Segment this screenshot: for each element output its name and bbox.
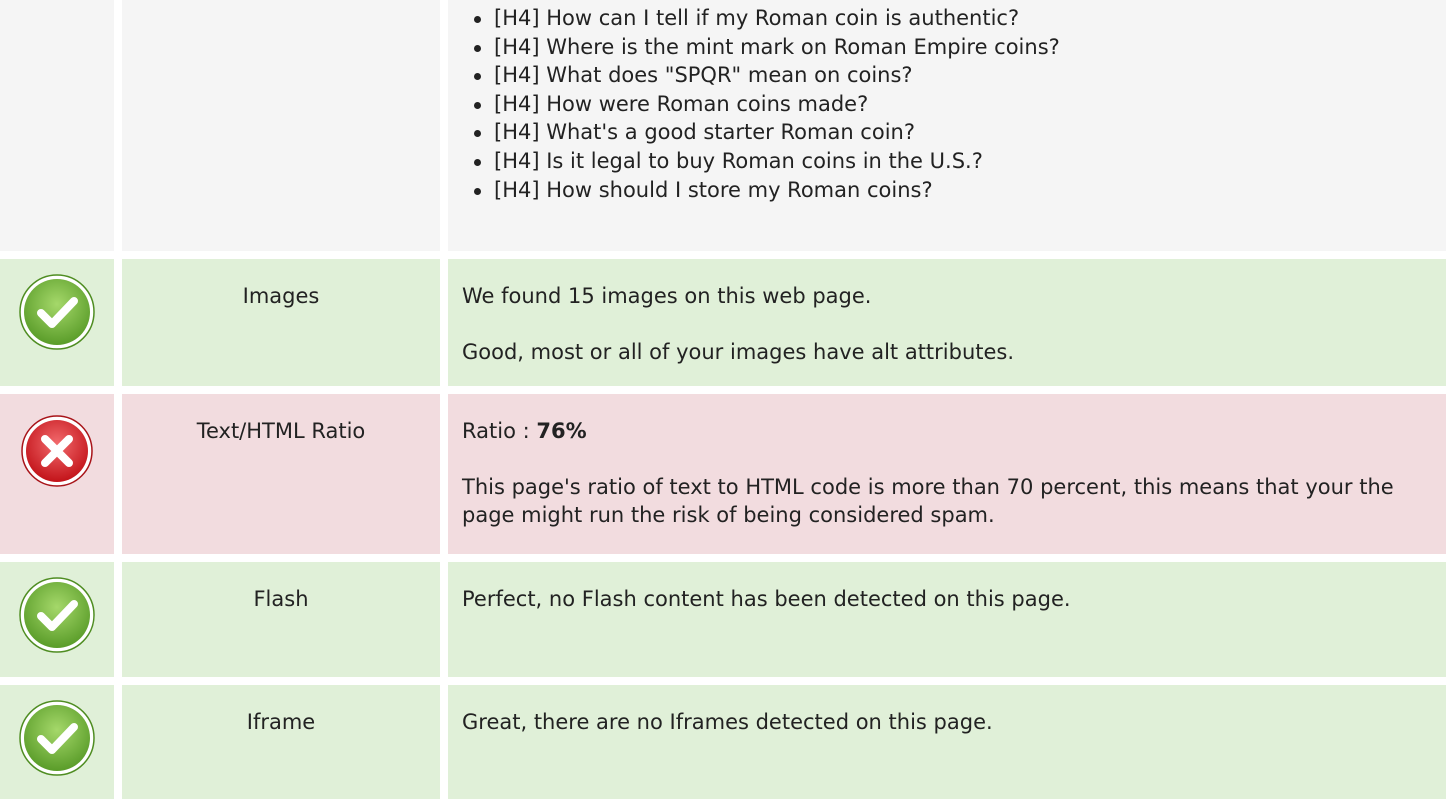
ratio-value-line: Ratio : 76% [462,417,1446,445]
headings-row: [H4] How can I tell if my Roman coin is … [0,0,1446,251]
flash-status-text: Perfect, no Flash content has been detec… [462,587,1071,611]
status-cell [0,259,114,386]
ratio-prefix: Ratio : [462,419,537,443]
ratio-row: Text/HTML Ratio Ratio : 76% This page's … [0,394,1446,554]
row-detail: Great, there are no Iframes detected on … [448,685,1446,799]
headings-list-cell: [H4] How can I tell if my Roman coin is … [448,0,1446,251]
status-cell [0,562,114,677]
check-circle-icon [19,577,95,653]
iframe-row: Iframe Great, there are no Iframes detec… [0,685,1446,799]
heading-list-item: [H4] What's a good starter Roman coin? [474,118,1446,147]
iframe-status-text: Great, there are no Iframes detected on … [462,710,993,734]
heading-list-item: [H4] How were Roman coins made? [474,90,1446,119]
seo-report-table: [H4] How can I tell if my Roman coin is … [0,0,1446,799]
row-label: Images [122,259,440,386]
check-circle-icon [19,700,95,776]
row-detail: Perfect, no Flash content has been detec… [448,562,1446,677]
ratio-value: 76% [536,419,587,443]
heading-list-item: [H4] How can I tell if my Roman coin is … [474,4,1446,33]
row-label: Iframe [122,685,440,799]
check-circle-icon [19,274,95,350]
heading-list-item: [H4] What does "SPQR" mean on coins? [474,61,1446,90]
row-detail: Ratio : 76% This page's ratio of text to… [448,394,1446,554]
status-cell [0,685,114,799]
x-circle-icon [21,415,93,487]
heading-list-item: [H4] How should I store my Roman coins? [474,176,1446,205]
images-count-text: We found 15 images on this web page. [462,284,872,308]
row-label: Text/HTML Ratio [122,394,440,554]
status-cell [0,0,114,251]
flash-row: Flash Perfect, no Flash content has been… [0,562,1446,677]
label-cell [122,0,440,251]
heading-list-item: [H4] Where is the mint mark on Roman Emp… [474,33,1446,62]
headings-list: [H4] How can I tell if my Roman coin is … [462,4,1446,204]
images-alt-text: Good, most or all of your images have al… [462,340,1015,364]
images-row: Images We found 15 images on this web pa… [0,259,1446,386]
row-detail: We found 15 images on this web page. Goo… [448,259,1446,386]
heading-list-item: [H4] Is it legal to buy Roman coins in t… [474,147,1446,176]
row-label: Flash [122,562,440,677]
status-cell [0,394,114,554]
ratio-warning-text: This page's ratio of text to HTML code i… [462,475,1394,527]
